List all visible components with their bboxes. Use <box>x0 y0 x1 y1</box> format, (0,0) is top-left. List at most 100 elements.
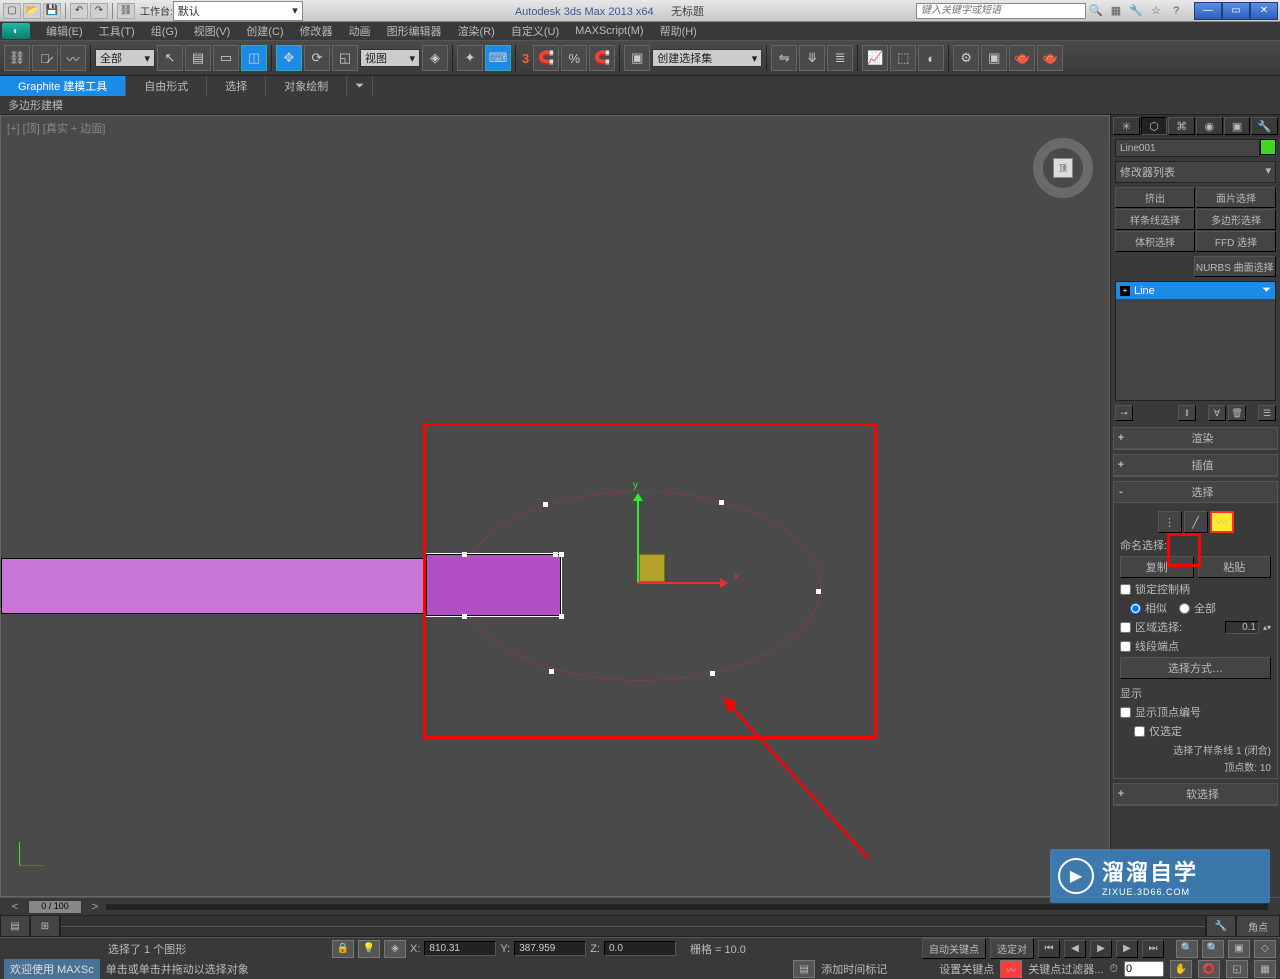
fov-icon[interactable]: ◇ <box>1254 940 1276 958</box>
render-prod-icon[interactable]: 🫖 <box>1037 45 1063 71</box>
trackbar-ruler[interactable] <box>60 915 1206 937</box>
link-icon[interactable]: ⛓ <box>117 3 135 19</box>
selection-filter[interactable]: 全部▾ <box>95 49 155 67</box>
help-icon[interactable]: ? <box>1167 3 1185 19</box>
chevron-down-icon[interactable]: ⏷ <box>1262 284 1271 297</box>
select-object-icon[interactable]: ↖ <box>157 45 183 71</box>
comm-center-icon[interactable]: ▦ <box>1107 3 1125 19</box>
align-icon[interactable]: ⤋ <box>799 45 825 71</box>
menu-edit[interactable]: 编辑(E) <box>38 21 91 41</box>
close-button[interactable]: ✕ <box>1250 2 1278 20</box>
sel-only-checkbox[interactable] <box>1134 726 1145 737</box>
isolate-icon[interactable]: 💡 <box>358 940 380 958</box>
select-and-move-icon[interactable]: ✥ <box>276 45 302 71</box>
next-key-icon[interactable]: ▶ <box>1116 940 1138 958</box>
add-time-tag[interactable]: 添加时间标记 <box>821 961 887 977</box>
layer-icon[interactable]: ≣ <box>827 45 853 71</box>
redo-icon[interactable]: ↷ <box>90 3 108 19</box>
menu-create[interactable]: 创建(C) <box>238 21 291 41</box>
named-sel-icon[interactable]: ▣ <box>624 45 650 71</box>
transform-type-icon[interactable]: ◈ <box>384 940 406 958</box>
minimize-button[interactable]: — <box>1194 2 1222 20</box>
hierarchy-tab-icon[interactable]: ⌘ <box>1168 117 1195 135</box>
star-icon[interactable]: ☆ <box>1147 3 1165 19</box>
viewport-label[interactable]: [+] [顶] [真实 + 边面] <box>7 120 105 136</box>
window-crossing-icon[interactable]: ◫ <box>241 45 267 71</box>
trackbar-filter-icon[interactable]: 🔧 <box>1206 915 1236 937</box>
select-region-icon[interactable]: ▭ <box>213 45 239 71</box>
object-name-input[interactable] <box>1115 139 1260 157</box>
play-icon[interactable]: ▶ <box>1090 940 1112 958</box>
lock-selection-icon[interactable]: 🔒 <box>332 940 354 958</box>
z-coord-input[interactable] <box>604 941 676 956</box>
orbit-icon[interactable]: ⭕ <box>1198 960 1220 978</box>
mirror-icon[interactable]: ⇋ <box>771 45 797 71</box>
zoom-icon[interactable]: 🔍 <box>1176 940 1198 958</box>
time-slider-handle[interactable]: 0 / 100 <box>28 900 82 914</box>
y-coord-input[interactable] <box>514 941 586 956</box>
curve-editor-icon[interactable]: 📈 <box>862 45 888 71</box>
maximize-button[interactable]: ▭ <box>1222 2 1250 20</box>
prev-key-icon[interactable]: ◀ <box>1064 940 1086 958</box>
segment-end-checkbox[interactable] <box>1120 641 1131 652</box>
listener-panel[interactable]: 欢迎使用 MAXSc <box>4 959 100 979</box>
menu-group[interactable]: 组(G) <box>143 21 186 41</box>
menu-graph[interactable]: 图形编辑器 <box>379 21 450 41</box>
application-icon[interactable] <box>2 23 30 39</box>
snap-3d-icon[interactable]: 3 <box>520 51 531 66</box>
segment-sub-icon[interactable]: ╱ <box>1184 511 1208 533</box>
poly-select-button[interactable]: 多边形选择 <box>1196 209 1276 230</box>
zoom-all-icon[interactable]: 🔍 <box>1202 940 1224 958</box>
menu-customize[interactable]: 自定义(U) <box>503 21 567 41</box>
motion-tab-icon[interactable]: ◉ <box>1196 117 1223 135</box>
modify-tab-icon[interactable]: ⬡ <box>1141 117 1168 135</box>
material-editor-icon[interactable]: ◐ <box>918 45 944 71</box>
select-and-scale-icon[interactable]: ◱ <box>332 45 358 71</box>
trackbar-toggle-icon[interactable]: ▤ <box>0 915 30 937</box>
show-vertnum-checkbox[interactable] <box>1120 707 1131 718</box>
ribbon-tab-freeform[interactable]: 自由形式 <box>126 76 207 96</box>
viewport[interactable]: [+] [顶] [真实 + 边面] 顶 x y <box>0 115 1110 897</box>
next-frame-icon[interactable]: > <box>88 900 102 914</box>
spline-sub-icon[interactable]: 〰 <box>1210 511 1234 533</box>
new-file-icon[interactable]: ▢ <box>3 3 21 19</box>
paste-button[interactable]: 粘贴 <box>1198 556 1272 578</box>
menu-help[interactable]: 帮助(H) <box>652 21 705 41</box>
set-keys-button[interactable]: 设置关键点 <box>939 961 994 977</box>
goto-end-icon[interactable]: ⏭ <box>1142 940 1164 958</box>
menu-tools[interactable]: 工具(T) <box>91 21 143 41</box>
current-frame-input[interactable] <box>1124 961 1164 977</box>
autokey-button[interactable]: 自动关键点 <box>922 938 986 959</box>
modifier-stack[interactable]: +Line⏷ <box>1115 281 1276 401</box>
wrench-icon[interactable]: 🔧 <box>1127 3 1145 19</box>
viewcube[interactable]: 顶 <box>1033 138 1093 218</box>
select-by-name-icon[interactable]: ▤ <box>185 45 211 71</box>
extrude-button[interactable]: 挤出 <box>1115 187 1195 208</box>
save-file-icon[interactable]: 💾 <box>43 3 61 19</box>
time-config-icon[interactable]: ⏱ <box>1109 963 1118 976</box>
show-end-result-icon[interactable]: ‖ <box>1178 405 1196 421</box>
pivot-center-icon[interactable]: ◈ <box>422 45 448 71</box>
all-radio[interactable] <box>1179 603 1190 614</box>
viewport-nav-icon[interactable]: ▦ <box>1254 960 1276 978</box>
ribbon-tab-graphite[interactable]: Graphite 建模工具 <box>0 76 126 96</box>
object-color-swatch[interactable] <box>1260 139 1276 155</box>
menu-modifiers[interactable]: 修改器 <box>292 21 341 41</box>
undo-icon[interactable]: ↶ <box>70 3 88 19</box>
nurbs-button[interactable]: NURBS 曲面选择 <box>1194 256 1277 277</box>
expand-icon[interactable]: + <box>1120 286 1130 296</box>
select-method-button[interactable]: 选择方式… <box>1120 657 1271 679</box>
x-coord-input[interactable] <box>424 941 496 956</box>
select-and-rotate-icon[interactable]: ⟳ <box>304 45 330 71</box>
max-toggle-icon[interactable]: ◱ <box>1226 960 1248 978</box>
configure-icon[interactable]: ☰ <box>1258 405 1276 421</box>
time-slider-track[interactable] <box>106 904 1268 910</box>
bind-sp-icon[interactable]: 〰 <box>60 45 86 71</box>
face-select-button[interactable]: 面片选择 <box>1196 187 1276 208</box>
lock-handles-checkbox[interactable] <box>1120 584 1131 595</box>
menu-rendering[interactable]: 渲染(R) <box>450 21 503 41</box>
vertex-sub-icon[interactable]: ⋮ <box>1158 511 1182 533</box>
open-file-icon[interactable]: 📂 <box>23 3 41 19</box>
ribbon-expand-icon[interactable]: ⏷ <box>347 76 373 96</box>
remove-mod-icon[interactable]: 🗑 <box>1228 405 1246 421</box>
